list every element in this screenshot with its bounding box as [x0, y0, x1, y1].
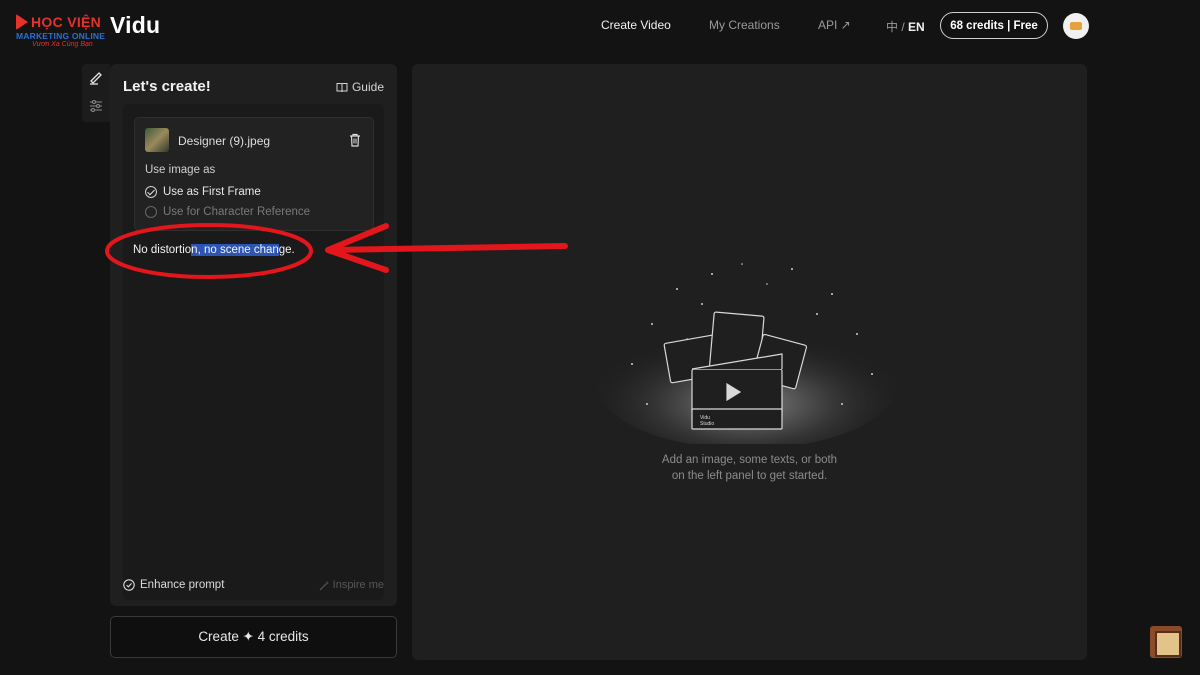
guide-label[interactable]: Guide: [352, 80, 384, 94]
empty-state-line1: Add an image, some texts, or both: [661, 454, 838, 466]
image-filename: Designer (9).jpeg: [178, 134, 271, 148]
option-first-frame[interactable]: Use as First Frame: [145, 186, 261, 198]
avatar-image-icon: [1070, 22, 1082, 30]
guide-link[interactable]: Guide: [336, 80, 384, 94]
watermark-line1: HỌC VIỆN: [31, 14, 102, 30]
sliders-icon[interactable]: [88, 98, 104, 114]
lang-separator: /: [898, 20, 909, 34]
nav-my-creations[interactable]: My Creations: [709, 18, 780, 32]
create-panel: Let's create! Guide Designer (9).jpeg Us…: [110, 64, 397, 606]
empty-state-line2: on the left panel to get started.: [671, 470, 828, 482]
avatar[interactable]: [1063, 13, 1089, 39]
option-first-frame-label: Use as First Frame: [163, 186, 261, 198]
image-thumbnail[interactable]: [145, 128, 169, 152]
option-character-reference[interactable]: Use for Character Reference: [145, 206, 310, 218]
studio-label-2: Studio: [700, 421, 714, 427]
play-icon: [16, 14, 28, 30]
nav-create-video[interactable]: Create Video: [601, 18, 671, 32]
lang-en[interactable]: EN: [908, 20, 925, 34]
uploaded-image-card: Designer (9).jpeg Use image as Use as Fi…: [134, 117, 374, 231]
tool-rail: [82, 64, 110, 122]
enhance-prompt-label: Enhance prompt: [140, 579, 225, 591]
prompt-text-after: ge.: [278, 244, 295, 256]
credits-button[interactable]: 68 credits | Free: [940, 12, 1048, 39]
watermark-logo: HỌC VIỆN MARKETING ONLINE Vươn Xa Cùng B…: [16, 14, 116, 58]
watermark-line2: MARKETING ONLINE: [16, 31, 106, 41]
prompt-text[interactable]: No distortion, no scene change.: [133, 244, 295, 256]
radio-checked-icon[interactable]: [145, 186, 157, 198]
brush-icon[interactable]: [88, 70, 104, 86]
prompt-text-selection: n, no scene chan: [191, 244, 279, 256]
preview-area: Vidu Studio Add an image, some texts, or…: [412, 64, 1087, 660]
panel-title: Let's create!: [123, 78, 211, 95]
empty-state-illustration: Vidu Studio: [597, 263, 897, 444]
lang-zh[interactable]: 中: [886, 20, 898, 34]
inspire-me-label: Inspire me: [332, 579, 384, 591]
brand-logo[interactable]: Vidu: [110, 12, 160, 39]
prompt-text-before: No distortio: [133, 244, 192, 256]
radio-unchecked-icon[interactable]: [145, 206, 157, 218]
magic-wand-icon: [319, 580, 329, 590]
trash-icon[interactable]: [347, 132, 363, 148]
watermark-line3: Vươn Xa Cùng Bạn: [32, 41, 93, 48]
use-image-as-label: Use image as: [145, 164, 216, 176]
book-icon: [336, 82, 348, 92]
language-switcher[interactable]: 中 / EN: [886, 18, 925, 35]
inspire-me-button[interactable]: Inspire me: [319, 579, 384, 591]
create-button[interactable]: Create ✦ 4 credits: [110, 616, 397, 658]
enhance-prompt-toggle[interactable]: Enhance prompt: [123, 579, 224, 591]
nav-api[interactable]: API ↗: [818, 18, 851, 32]
check-circle-icon: [123, 579, 135, 591]
option-character-reference-label: Use for Character Reference: [163, 206, 311, 218]
channel-logo-icon: [1150, 626, 1182, 658]
